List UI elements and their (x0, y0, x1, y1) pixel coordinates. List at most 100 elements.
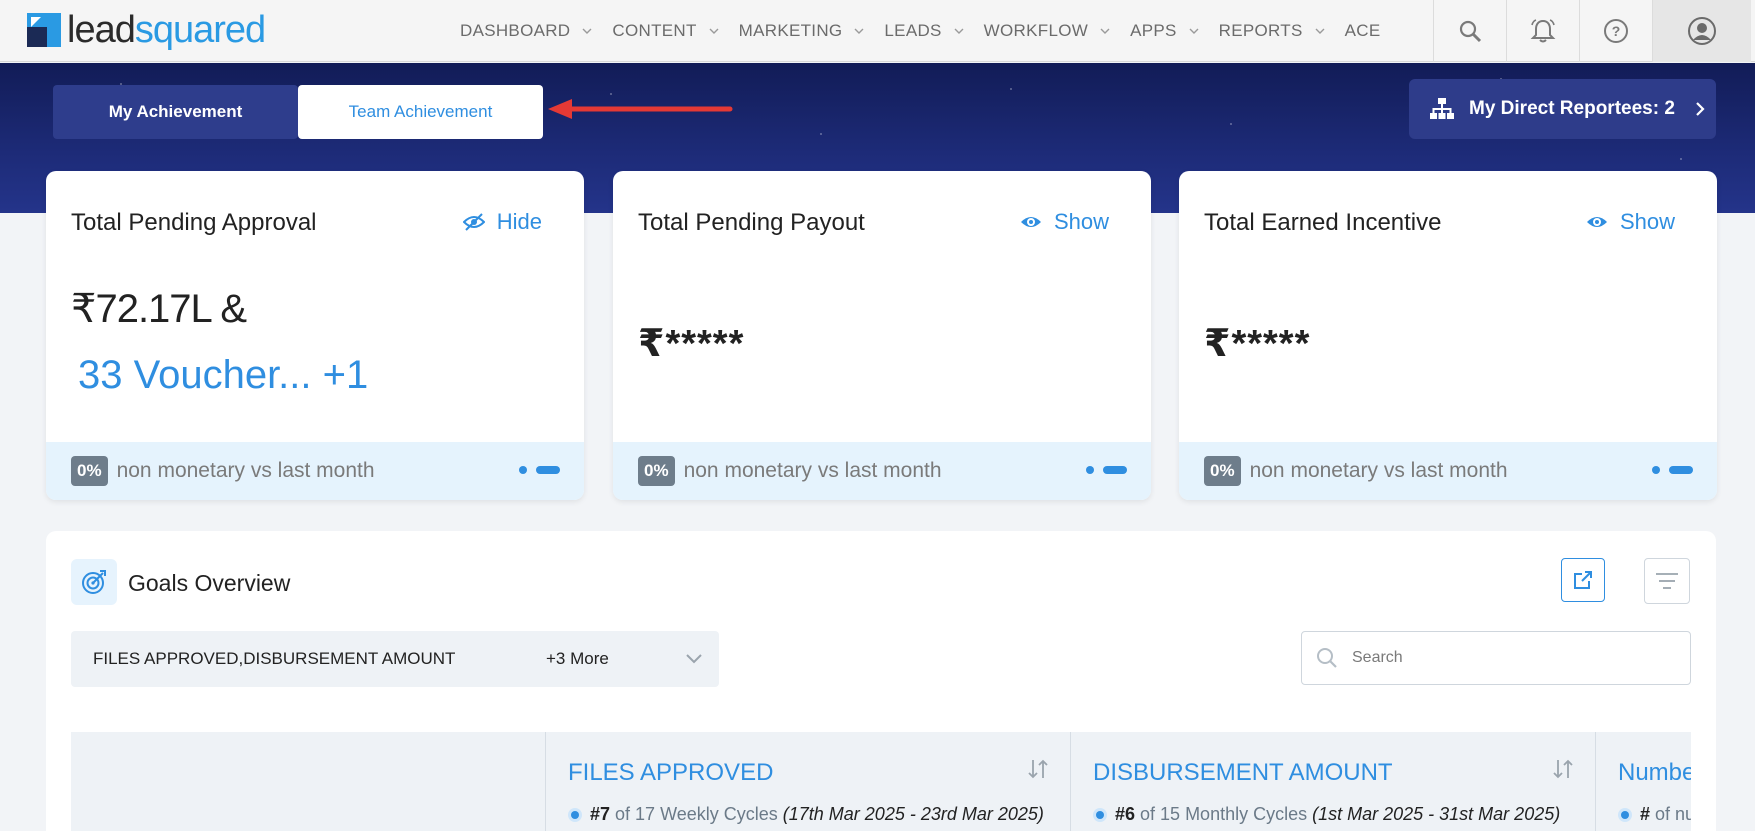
chevron-down-icon (954, 28, 964, 34)
card-total-pending-approval: Total Pending Approval Hide ₹72.17L & 33… (46, 171, 584, 500)
help-icon[interactable]: ? (1580, 0, 1653, 62)
footer-text: non monetary vs last month (116, 459, 375, 482)
show-toggle[interactable]: Show (1020, 209, 1109, 235)
column-title[interactable]: DISBURSEMENT AMOUNT (1093, 759, 1393, 787)
card-total-earned-incentive: Total Earned Incentive Show ₹***** 0% no… (1179, 171, 1717, 500)
chevron-down-icon (854, 28, 864, 34)
cycle-info: # of nu (1618, 804, 1691, 825)
column-title[interactable]: FILES APPROVED (568, 759, 773, 787)
header-blank-column (71, 732, 545, 831)
chevron-down-icon (1100, 28, 1110, 34)
column-title[interactable]: Numbe (1618, 759, 1691, 787)
card-footer: 0% non monetary vs last month (1179, 442, 1717, 500)
search-box (1301, 631, 1691, 685)
sort-icon[interactable] (1552, 758, 1574, 780)
footer-text: non monetary vs last month (683, 459, 942, 482)
show-toggle-label: Show (1619, 209, 1675, 234)
menu-workflow-label: WORKFLOW (983, 21, 1089, 40)
percent-badge: 0% (638, 456, 675, 486)
show-toggle-label: Show (1053, 209, 1109, 234)
search-input[interactable] (1352, 649, 1672, 667)
menu-marketing[interactable]: MARKETING (739, 0, 885, 62)
logo-mark-icon (27, 13, 61, 47)
menu-apps-label: APPS (1130, 21, 1177, 40)
cycle-of: of nu (1655, 804, 1691, 824)
annotation-arrow (548, 99, 733, 119)
menu-reports[interactable]: REPORTS (1219, 0, 1345, 62)
cycle-info: #6 of 15 Monthly Cycles (1st Mar 2025 - … (1093, 804, 1560, 825)
achievement-tabs: My Achievement Team Achievement (53, 85, 543, 139)
menu-ace-label: ACE (1344, 21, 1381, 40)
hide-toggle[interactable]: Hide (462, 209, 542, 235)
radio-dot-icon (568, 807, 582, 822)
show-toggle[interactable]: Show (1586, 209, 1675, 235)
direct-reportees-label: My Direct Reportees: 2 (1469, 98, 1675, 119)
selected-metrics: FILES APPROVED,DISBURSEMENT AMOUNT (93, 649, 456, 668)
menu-workflow[interactable]: WORKFLOW (984, 0, 1130, 62)
menu-apps[interactable]: APPS (1130, 0, 1219, 62)
search-icon[interactable] (1434, 0, 1507, 62)
filter-button[interactable] (1644, 558, 1690, 604)
eye-off-icon (462, 213, 485, 231)
leadsquared-logo[interactable]: leadsquared (27, 9, 266, 51)
cycle-range: (17th Mar 2025 - 23rd Mar 2025) (782, 804, 1044, 824)
chevron-right-icon (1696, 102, 1705, 116)
pending-approval-amount: ₹72.17L & (71, 287, 247, 331)
goals-title: Goals Overview (128, 570, 291, 596)
sort-icon[interactable] (1027, 758, 1049, 780)
tab-my-achievement[interactable]: My Achievement (53, 85, 298, 139)
pending-payout-masked: ₹***** (638, 323, 745, 365)
carousel-dots[interactable] (519, 466, 560, 474)
carousel-dots[interactable] (1086, 466, 1127, 474)
menu-content-label: CONTENT (612, 21, 697, 40)
cycle-number: # (1640, 804, 1651, 824)
percent-badge: 0% (1204, 456, 1241, 486)
column-number-truncated: Numbe # of nu (1595, 732, 1691, 831)
hide-toggle-label: Hide (496, 209, 542, 234)
org-chart-icon (1430, 98, 1454, 119)
menu-marketing-label: MARKETING (738, 21, 843, 40)
metric-multiselect[interactable]: FILES APPROVED,DISBURSEMENT AMOUNT +3 Mo… (71, 631, 719, 687)
menu-dashboard-label: DASHBOARD (460, 21, 571, 40)
open-external-button[interactable] (1561, 558, 1605, 602)
column-disbursement-amount: DISBURSEMENT AMOUNT #6 of 15 Monthly Cyc… (1070, 732, 1595, 831)
external-link-icon (1574, 571, 1592, 589)
pending-approval-vouchers[interactable]: 33 Voucher... +1 (78, 353, 368, 398)
menu-content[interactable]: CONTENT (612, 0, 738, 62)
main-menu: DASHBOARD CONTENT MARKETING LEADS WORKFL… (460, 0, 1380, 62)
eye-icon (1020, 217, 1041, 227)
cycle-of: of 17 Weekly Cycles (615, 804, 778, 824)
carousel-dots[interactable] (1652, 466, 1693, 474)
menu-dashboard[interactable]: DASHBOARD (460, 0, 612, 62)
footer-text: non monetary vs last month (1249, 459, 1508, 482)
chevron-down-icon (582, 28, 592, 34)
cycle-of: of 15 Monthly Cycles (1140, 804, 1308, 824)
menu-leads-label: LEADS (884, 21, 942, 40)
cycle-range: (1st Mar 2025 - 31st Mar 2025) (1312, 804, 1561, 824)
card-footer: 0% non monetary vs last month (46, 442, 584, 500)
cycle-number: #7 (590, 804, 611, 824)
tab-team-achievement[interactable]: Team Achievement (298, 85, 543, 139)
card-footer: 0% non monetary vs last month (613, 442, 1151, 500)
profile-icon[interactable] (1653, 0, 1751, 62)
direct-reportees-button[interactable]: My Direct Reportees: 2 (1409, 79, 1716, 139)
top-navigation: leadsquared DASHBOARD CONTENT MARKETING … (0, 0, 1755, 62)
card-total-pending-payout: Total Pending Payout Show ₹***** 0% non … (613, 171, 1151, 500)
target-icon (71, 559, 117, 605)
bell-icon[interactable] (1507, 0, 1580, 62)
chevron-down-icon (709, 28, 719, 34)
earned-incentive-masked: ₹***** (1204, 323, 1311, 365)
radio-dot-icon (1618, 807, 1632, 822)
goals-overview-panel: Goals Overview FILES APPROVED,DISBURSEME… (46, 531, 1716, 831)
menu-ace[interactable]: ACE (1345, 0, 1381, 62)
menu-leads[interactable]: LEADS (884, 0, 983, 62)
cycle-number: #6 (1115, 804, 1136, 824)
menu-reports-label: REPORTS (1218, 21, 1303, 40)
goals-table-header: FILES APPROVED #7 of 17 Weekly Cycles (1… (71, 732, 1691, 831)
more-count: +3 More (546, 649, 609, 668)
chevron-down-icon (1315, 28, 1325, 34)
percent-badge: 0% (71, 456, 108, 486)
logo-text-squared: squared (134, 9, 266, 51)
card-title: Total Earned Incentive (1204, 209, 1442, 236)
logo-text-lead: lead (67, 9, 136, 51)
